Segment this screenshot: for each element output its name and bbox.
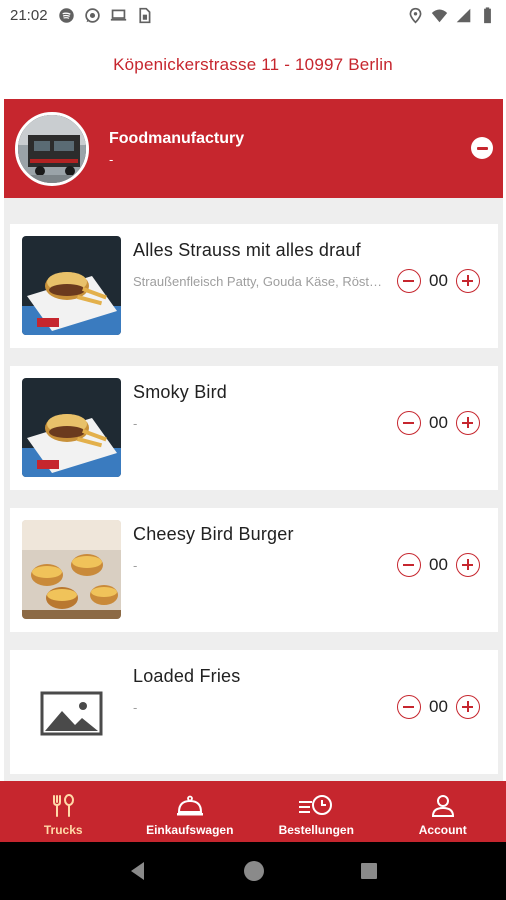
collapse-button[interactable] — [471, 137, 493, 159]
bottom-navigation: Trucks Einkaufswagen Bestellungen Accoun… — [0, 781, 506, 842]
product-title: Smoky Bird — [133, 382, 228, 402]
system-navigation-bar — [0, 842, 506, 900]
increase-button[interactable] — [456, 411, 480, 435]
restaurant-avatar — [15, 111, 89, 186]
user-icon — [431, 795, 454, 817]
product-list[interactable]: Alles Strauss mit alles drauf Straußenfl… — [4, 198, 503, 781]
back-icon[interactable] — [127, 860, 149, 882]
minus-icon — [476, 146, 488, 150]
minus-icon — [403, 564, 414, 566]
restaurant-subtitle: - — [109, 152, 114, 167]
product-title: Alles Strauss mit alles drauf — [133, 240, 361, 260]
decrease-button[interactable] — [397, 695, 421, 719]
status-bar: 21:02 — [0, 0, 506, 30]
wifi-icon — [431, 9, 448, 22]
product-card[interactable]: Loaded Fries - 00 — [10, 650, 498, 774]
location-icon — [409, 7, 422, 24]
image-placeholder-icon — [22, 662, 121, 761]
quantity-stepper[interactable]: 00 — [397, 411, 480, 435]
decrease-button[interactable] — [397, 553, 421, 577]
quantity-value: 00 — [429, 271, 448, 290]
quantity-value: 00 — [429, 555, 448, 574]
delivery-address: Köpenickerstrasse 11 - 10997 Berlin — [113, 55, 393, 74]
nav-item-trucks[interactable]: Trucks — [0, 781, 127, 842]
quantity-value: 00 — [429, 413, 448, 432]
product-image — [22, 236, 121, 335]
recents-icon[interactable] — [359, 861, 379, 881]
product-description: - — [133, 416, 138, 431]
nav-item-bestellungen[interactable]: Bestellungen — [253, 781, 380, 842]
increase-button[interactable] — [456, 553, 480, 577]
product-card[interactable]: Smoky Bird - 00 — [10, 366, 498, 490]
whatsapp-icon — [84, 7, 100, 23]
nav-label-account: Account — [418, 823, 467, 837]
minus-icon — [403, 422, 414, 424]
restaurant-name: Foodmanufactury — [109, 130, 245, 147]
restaurant-header[interactable]: Foodmanufactury - — [4, 99, 503, 198]
signal-icon — [456, 8, 471, 22]
cloche-icon — [176, 795, 203, 816]
nav-item-einkaufswagen[interactable]: Einkaufswagen — [127, 781, 254, 842]
increase-button[interactable] — [456, 695, 480, 719]
sim-card-icon — [138, 7, 150, 23]
product-image — [22, 378, 121, 477]
minus-icon — [403, 280, 414, 282]
fork-spoon-icon — [53, 794, 75, 817]
product-description: - — [133, 700, 138, 715]
nav-item-account[interactable]: Account — [380, 781, 506, 842]
product-card[interactable]: Cheesy Bird Burger - 00 — [10, 508, 498, 632]
decrease-button[interactable] — [397, 411, 421, 435]
quantity-stepper[interactable]: 00 — [397, 269, 480, 293]
product-card[interactable]: Alles Strauss mit alles drauf Straußenfl… — [10, 224, 498, 348]
laptop-icon — [110, 9, 126, 21]
nav-label-trucks: Trucks — [43, 823, 83, 837]
quantity-stepper[interactable]: 00 — [397, 553, 480, 577]
product-description: - — [133, 558, 138, 573]
quantity-stepper[interactable]: 00 — [397, 695, 480, 719]
decrease-button[interactable] — [397, 269, 421, 293]
product-description: Straußenfleisch Patty, Gouda Käse, Röstz… — [133, 274, 383, 289]
order-history-icon — [299, 795, 333, 815]
battery-icon — [484, 6, 491, 23]
home-icon[interactable] — [242, 859, 266, 883]
quantity-value: 00 — [429, 697, 448, 716]
product-title: Loaded Fries — [133, 666, 241, 686]
status-time: 21:02 — [10, 6, 48, 24]
minus-icon — [403, 706, 414, 708]
spotify-icon — [58, 7, 74, 23]
nav-label-bestellungen: Bestellungen — [278, 823, 354, 837]
product-image — [22, 520, 121, 619]
increase-button[interactable] — [456, 269, 480, 293]
product-title: Cheesy Bird Burger — [133, 524, 294, 544]
nav-label-einkaufswagen: Einkaufswagen — [146, 823, 234, 837]
